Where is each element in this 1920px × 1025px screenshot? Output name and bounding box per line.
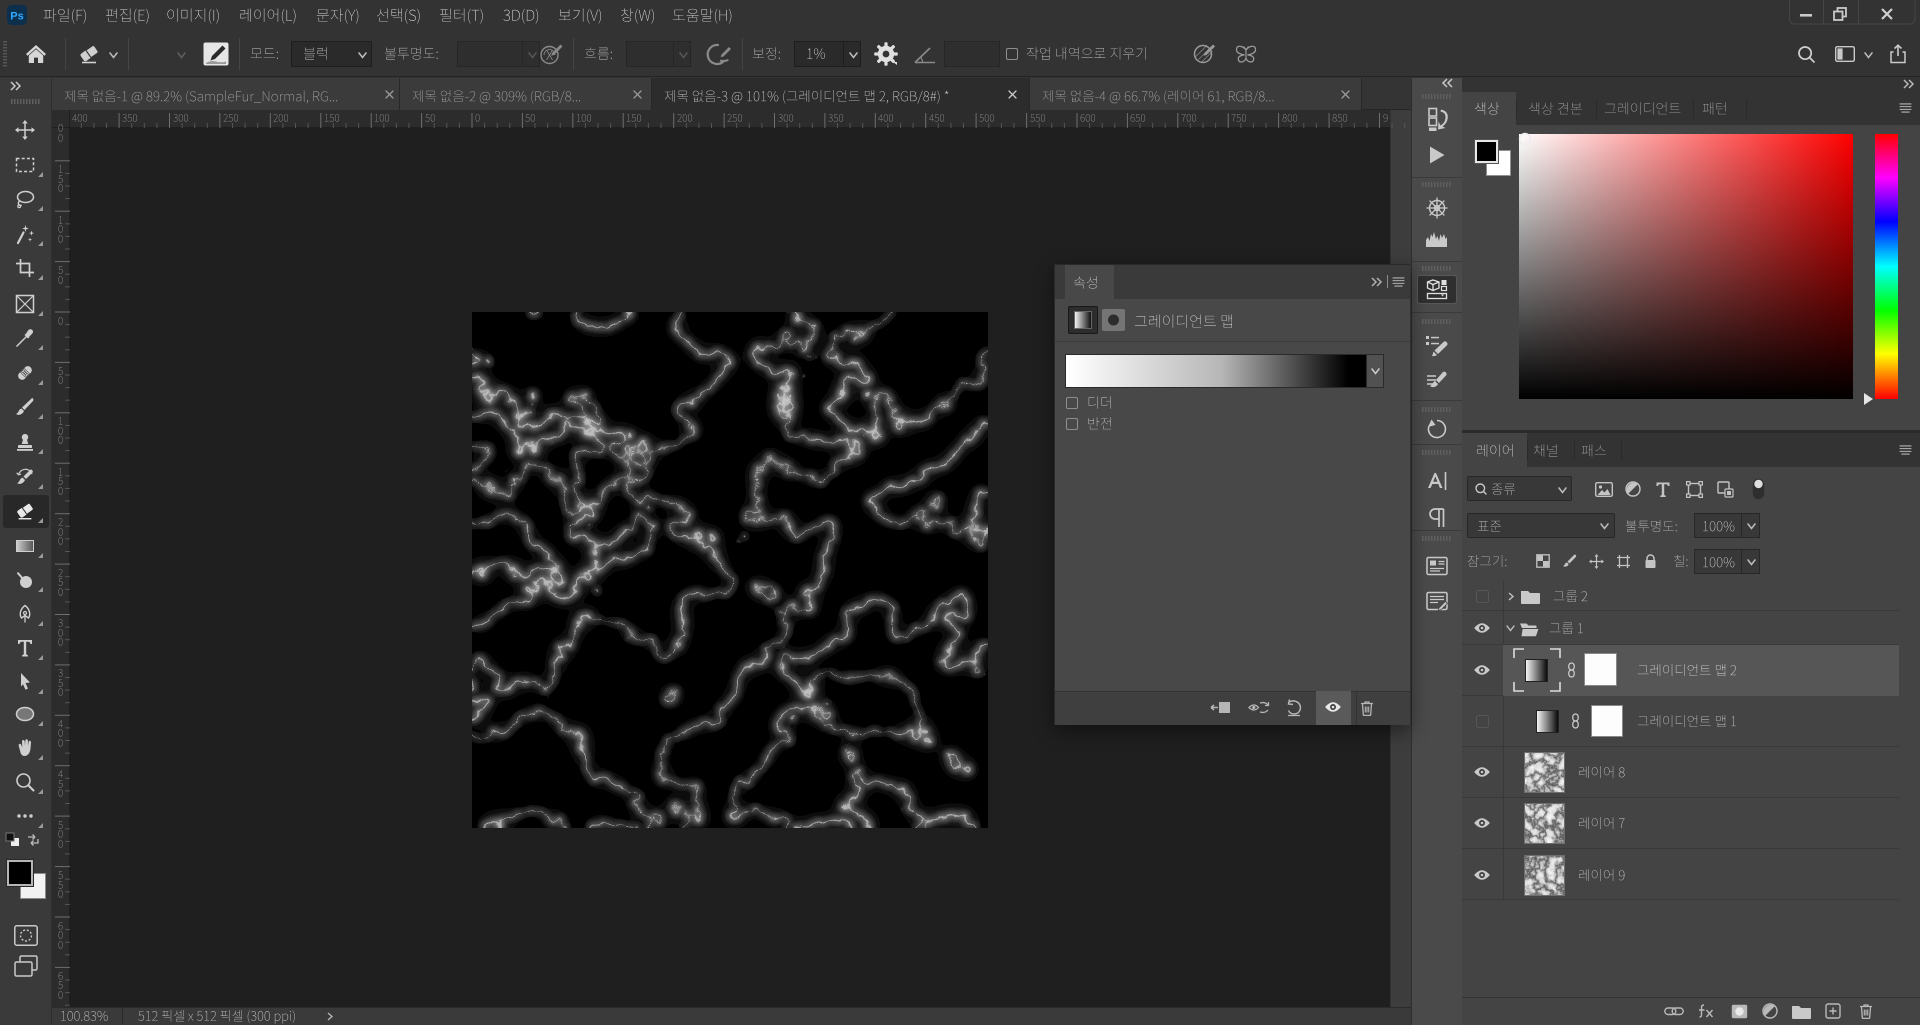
svg-text:Ps: Ps (10, 11, 23, 23)
